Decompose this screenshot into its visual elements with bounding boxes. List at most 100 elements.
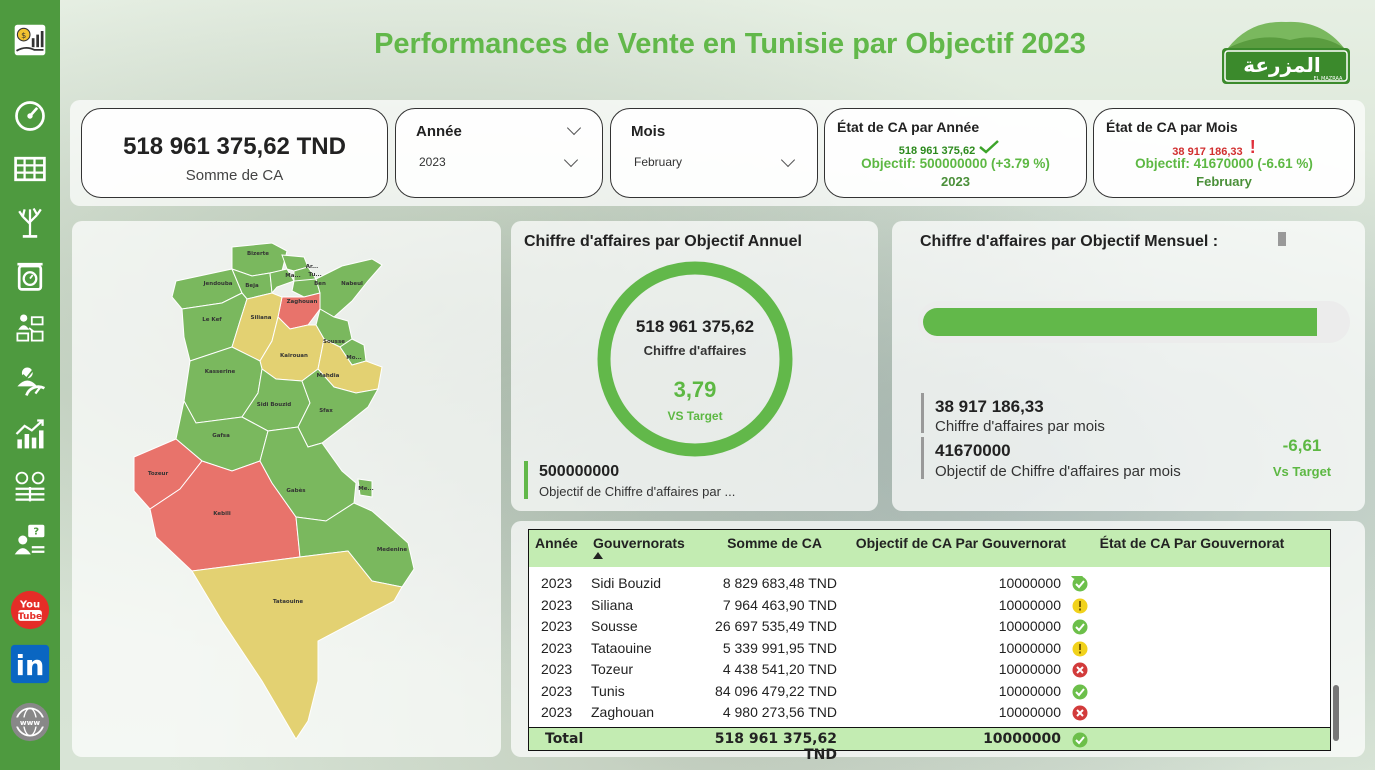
cell-ca: 7 964 463,90 TND bbox=[722, 596, 837, 613]
speedometer-icon[interactable] bbox=[10, 96, 50, 136]
table-frame: Année Gouvernorats Somme de CA Objectif … bbox=[528, 529, 1331, 763]
chevron-down-icon[interactable] bbox=[563, 152, 579, 168]
annual-objective-panel: Chiffre d'affaires par Objectif Annuel 5… bbox=[511, 221, 878, 511]
tree-icon[interactable] bbox=[10, 202, 50, 242]
globe-www-icon[interactable]: www bbox=[10, 702, 50, 742]
annual-pct-label: VS Target bbox=[667, 409, 723, 423]
map-label-sfax: Sfax bbox=[319, 408, 333, 414]
col-header-gouvernorats-label: Gouvernorats bbox=[593, 535, 685, 551]
state-month-period: February bbox=[1196, 174, 1252, 189]
annual-gauge bbox=[597, 261, 793, 457]
scale-icon[interactable] bbox=[10, 255, 50, 295]
svg-text:?: ? bbox=[33, 527, 39, 538]
cell-year: 2023 bbox=[541, 639, 573, 656]
svg-text:You: You bbox=[19, 599, 40, 610]
monthly-objective-label: Objectif de Chiffre d'affaires par mois bbox=[935, 463, 1181, 480]
cell-governorate: Sousse bbox=[591, 618, 638, 634]
cell-ca: 8 829 683,48 TND bbox=[722, 575, 837, 591]
map-label-me: Me... bbox=[358, 486, 373, 492]
target-gauge-icon[interactable] bbox=[10, 361, 50, 401]
month-slicer-value[interactable]: February bbox=[634, 155, 682, 169]
cell-year: 2023 bbox=[541, 618, 573, 634]
map-label-ar: Ar... bbox=[306, 264, 318, 270]
table-row[interactable]: 2023 Tozeur 4 438 541,20 TND 10000000 bbox=[529, 659, 1330, 681]
col-header-gouvernorats[interactable]: Gouvernorats bbox=[589, 530, 699, 567]
month-slicer[interactable]: Mois February bbox=[610, 108, 818, 198]
cell-ca: 4 438 541,20 TND bbox=[722, 661, 837, 677]
check-circle-icon bbox=[1072, 684, 1088, 703]
monthly-objective-value: 41670000 bbox=[935, 441, 1011, 460]
distribution-icon[interactable] bbox=[10, 308, 50, 348]
annual-title: Chiffre d'affaires par Objectif Annuel bbox=[524, 233, 802, 250]
chevron-down-icon[interactable] bbox=[566, 120, 582, 136]
map-label-bizerte: Bizerte bbox=[247, 251, 269, 257]
x-circle-icon bbox=[1072, 662, 1088, 681]
table-row[interactable]: 2023 Zaghouan 4 980 273,56 TND 10000000 bbox=[529, 702, 1330, 724]
map-label-mahdia: Mahdia bbox=[317, 373, 340, 379]
map-label-sousse: Sousse bbox=[323, 339, 345, 345]
question-person-icon[interactable]: ? bbox=[10, 520, 50, 560]
cell-year: 2023 bbox=[541, 661, 573, 677]
table-row[interactable]: 2023 Sidi Bouzid 8 829 683,48 TND 10000000 bbox=[529, 573, 1330, 595]
warning-circle-icon bbox=[1072, 598, 1088, 617]
total-ca-value: 518 961 375,62 TND bbox=[123, 133, 346, 160]
governorate-table-panel: Année Gouvernorats Somme de CA Objectif … bbox=[511, 521, 1365, 763]
youtube-icon[interactable]: You Tube bbox=[10, 590, 50, 630]
col-header-somme[interactable]: Somme de CA bbox=[699, 530, 844, 567]
cell-objective: 10000000 bbox=[998, 704, 1061, 720]
svg-text:in: in bbox=[16, 651, 45, 682]
table-row[interactable]: 2023 Tunis 84 096 479,22 TND 10000000 bbox=[529, 681, 1330, 703]
monthly-bar-fill bbox=[923, 308, 1317, 336]
total-objective: 10000000 bbox=[983, 731, 1061, 747]
cell-objective: 10000000 bbox=[998, 575, 1061, 591]
brand-logo: المزرعة EL MAZRAA bbox=[1220, 18, 1352, 86]
map-label-kasserine: Kasserine bbox=[205, 369, 236, 375]
annual-value: 518 961 375,62 bbox=[635, 317, 755, 336]
map-region-nabeul[interactable] bbox=[315, 258, 383, 318]
col-header-annee[interactable]: Année bbox=[529, 530, 589, 567]
table-row[interactable]: 2023 Tataouine 5 339 991,95 TND 10000000 bbox=[529, 638, 1330, 660]
total-state-icon bbox=[1072, 732, 1088, 752]
table-icon[interactable] bbox=[10, 149, 50, 189]
cell-ca: 26 697 535,49 TND bbox=[715, 618, 837, 634]
cell-ca: 4 980 273,56 TND bbox=[722, 704, 837, 720]
annual-pct: 3,79 bbox=[673, 377, 717, 402]
sales-growth-icon[interactable]: $ bbox=[10, 20, 50, 60]
map-label-medenine: Medenine bbox=[377, 547, 408, 553]
cell-objective: 10000000 bbox=[998, 596, 1061, 613]
linkedin-icon[interactable]: in bbox=[10, 644, 50, 684]
warning-circle-icon bbox=[1072, 641, 1088, 660]
chevron-down-icon[interactable] bbox=[780, 152, 796, 168]
monthly-title: Chiffre d'affaires par Objectif Mensuel … bbox=[920, 233, 1219, 250]
year-slicer[interactable]: Année 2023 bbox=[395, 108, 603, 198]
map-label-sidibouzid: Sidi Bouzid bbox=[257, 402, 292, 408]
cell-ca: 84 096 479,22 TND bbox=[715, 682, 837, 699]
month-slicer-label: Mois bbox=[631, 123, 666, 140]
year-slicer-value[interactable]: 2023 bbox=[419, 155, 446, 169]
map-label-tu: Tu... bbox=[308, 272, 321, 278]
total-ca-card: 518 961 375,62 TND Somme de CA bbox=[81, 108, 388, 198]
table-row[interactable]: 2023 Siliana 7 964 463,90 TND 10000000 bbox=[529, 595, 1330, 617]
table-row[interactable]: 2023 Sousse 26 697 535,49 TND 10000000 bbox=[529, 616, 1330, 638]
col-header-etat[interactable]: État de CA Par Gouvernorat bbox=[1074, 530, 1330, 567]
map-label-tataouine: Tataouine bbox=[273, 599, 304, 605]
annual-objective-value: 500000000 bbox=[539, 463, 620, 480]
monthly-objective-accent bbox=[921, 437, 924, 479]
growth-chart-icon[interactable] bbox=[10, 414, 50, 454]
cell-governorate: Siliana bbox=[591, 596, 634, 613]
monthly-pct-label: Vs Target bbox=[1272, 464, 1332, 479]
sort-asc-icon[interactable] bbox=[593, 552, 603, 559]
map-label-kebili: Kebili bbox=[213, 511, 231, 517]
annual-objective-accent bbox=[524, 461, 528, 499]
map-region-tataouine[interactable] bbox=[191, 550, 403, 740]
state-month-card: État de CA par Mois 38 917 186,33 ! Obje… bbox=[1093, 108, 1355, 198]
page-title: Performances de Vente en Tunisie par Obj… bbox=[374, 28, 1086, 60]
cell-governorate: Tataouine bbox=[591, 639, 652, 656]
tunisia-map[interactable]: Bizerte Jendouba Beja Ma... Ar... Tu... … bbox=[72, 221, 501, 757]
comparison-icon[interactable] bbox=[10, 467, 50, 507]
cell-objective: 10000000 bbox=[998, 682, 1061, 699]
col-header-objectif[interactable]: Objectif de CA Par Gouvernorat bbox=[844, 530, 1074, 567]
cell-governorate: Tunis bbox=[591, 682, 625, 699]
table-scrollbar[interactable] bbox=[1333, 561, 1341, 741]
scrollbar-thumb[interactable] bbox=[1333, 685, 1339, 741]
